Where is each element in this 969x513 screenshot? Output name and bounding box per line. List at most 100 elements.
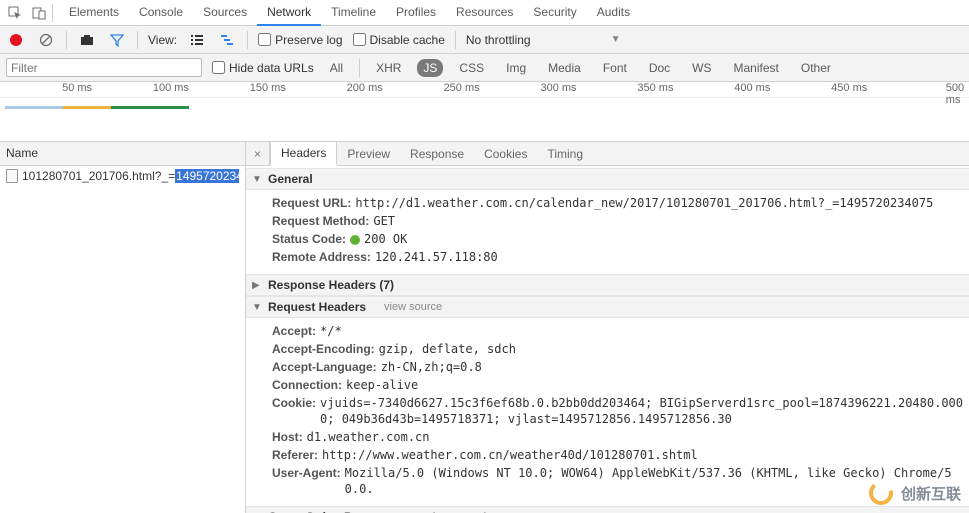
value: gzip, deflate, sdch [379, 341, 516, 357]
filter-type-xhr[interactable]: XHR [370, 59, 407, 77]
device-toggle-icon[interactable] [28, 2, 50, 24]
filter-type-ws[interactable]: WS [686, 59, 717, 77]
network-toolbar: View: Preserve log Disable cache No thro… [0, 26, 969, 54]
label: Status Code: [272, 231, 346, 247]
filter-type-font[interactable]: Font [597, 59, 633, 77]
value: keep-alive [346, 377, 418, 393]
tab-audits[interactable]: Audits [587, 0, 640, 26]
disclosure-triangle-icon: ▼ [252, 174, 262, 185]
filter-type-media[interactable]: Media [542, 59, 587, 77]
label: Connection: [272, 377, 342, 393]
file-icon [6, 169, 18, 183]
devtools-top-bar: Elements Console Sources Network Timelin… [0, 0, 969, 26]
separator [455, 31, 456, 49]
label: User-Agent: [272, 465, 341, 497]
clear-icon[interactable] [36, 30, 56, 50]
tab-sources[interactable]: Sources [193, 0, 257, 26]
detail-tab-preview[interactable]: Preview [337, 143, 400, 165]
section-general[interactable]: ▼ General [246, 168, 969, 190]
detail-tab-timing[interactable]: Timing [537, 143, 593, 165]
tick: 50 ms [62, 82, 92, 94]
detail-tab-headers[interactable]: Headers [270, 142, 337, 166]
preserve-log-checkbox[interactable]: Preserve log [258, 33, 342, 47]
disclosure-triangle-icon: ▼ [252, 302, 262, 313]
tab-console[interactable]: Console [129, 0, 193, 26]
filter-type-css[interactable]: CSS [453, 59, 490, 77]
value: http://d1.weather.com.cn/calendar_new/20… [355, 195, 933, 211]
hide-data-urls-checkbox[interactable]: Hide data URLs [212, 61, 314, 75]
value: */* [320, 323, 342, 339]
disclosure-triangle-icon: ▶ [252, 280, 262, 291]
tick: 100 ms [153, 82, 189, 94]
inspect-icon[interactable] [4, 2, 26, 24]
request-name: 101280701_201706.html?_=1495720234075 [22, 169, 239, 183]
tick: 500 ms [946, 82, 964, 106]
tick: 250 ms [444, 82, 480, 94]
tick: 350 ms [637, 82, 673, 94]
detail-tabs: × Headers Preview Response Cookies Timin… [246, 142, 969, 166]
watermark: 创新互联 [867, 479, 961, 507]
detail-tab-cookies[interactable]: Cookies [474, 143, 537, 165]
separator [66, 31, 67, 49]
tab-resources[interactable]: Resources [446, 0, 523, 26]
value: d1.weather.com.cn [307, 429, 430, 445]
capture-screenshot-icon[interactable] [77, 30, 97, 50]
section-request-headers[interactable]: ▼ Request Headers view source [246, 296, 969, 318]
detail-pane: × Headers Preview Response Cookies Timin… [246, 142, 969, 513]
tab-profiles[interactable]: Profiles [386, 0, 446, 26]
view-waterfall-icon[interactable] [217, 30, 237, 50]
separator [359, 59, 360, 77]
filter-type-all[interactable]: All [324, 59, 349, 77]
tick: 150 ms [250, 82, 286, 94]
section-query-string[interactable]: ▼ Query String Parameters view parsed [246, 506, 969, 513]
tick: 300 ms [540, 82, 576, 94]
status-dot-icon [350, 235, 360, 245]
tick: 450 ms [831, 82, 867, 94]
label: Referer: [272, 447, 318, 463]
tab-security[interactable]: Security [523, 0, 586, 26]
request-row[interactable]: 101280701_201706.html?_=1495720234075 [0, 166, 245, 186]
headers-panel: ▼ General Request URL:http://d1.weather.… [246, 166, 969, 513]
timeline-overview[interactable]: 50 ms 100 ms 150 ms 200 ms 250 ms 300 ms… [0, 82, 969, 142]
label: Accept-Language: [272, 359, 377, 375]
request-list: Name 101280701_201706.html?_=14957202340… [0, 142, 246, 513]
filter-type-other[interactable]: Other [795, 59, 837, 77]
watermark-logo-icon [867, 479, 895, 507]
view-source-link[interactable]: view source [384, 301, 442, 313]
filter-input[interactable] [6, 58, 202, 77]
tick: 400 ms [734, 82, 770, 94]
tab-elements[interactable]: Elements [59, 0, 129, 26]
filter-bar: Hide data URLs All XHR JS CSS Img Media … [0, 54, 969, 82]
separator [137, 31, 138, 49]
label: Remote Address: [272, 249, 371, 265]
filter-type-img[interactable]: Img [500, 59, 532, 77]
panel-tabs: Elements Console Sources Network Timelin… [59, 0, 640, 26]
value: http://www.weather.com.cn/weather40d/101… [322, 447, 698, 463]
filter-icon[interactable] [107, 30, 127, 50]
label: Request Method: [272, 213, 369, 229]
separator [52, 4, 53, 22]
tab-network[interactable]: Network [257, 0, 321, 26]
view-label: View: [148, 33, 177, 47]
separator [247, 31, 248, 49]
filter-type-doc[interactable]: Doc [643, 59, 676, 77]
value: 120.241.57.118:80 [375, 249, 498, 265]
detail-tab-response[interactable]: Response [400, 143, 474, 165]
disable-cache-checkbox[interactable]: Disable cache [353, 33, 445, 47]
record-button[interactable] [6, 30, 26, 50]
throttling-select[interactable]: No throttling▼ [466, 33, 621, 47]
section-response-headers[interactable]: ▶ Response Headers (7) [246, 274, 969, 296]
label: Accept: [272, 323, 316, 339]
column-header-name[interactable]: Name [0, 142, 245, 166]
main-split: Name 101280701_201706.html?_=14957202340… [0, 142, 969, 513]
view-list-icon[interactable] [187, 30, 207, 50]
label: Cookie: [272, 395, 316, 427]
label: Accept-Encoding: [272, 341, 375, 357]
value: zh-CN,zh;q=0.8 [381, 359, 482, 375]
tab-timeline[interactable]: Timeline [321, 0, 386, 26]
filter-type-js[interactable]: JS [417, 59, 443, 77]
close-icon[interactable]: × [246, 142, 270, 165]
value: 200 OK [350, 231, 407, 247]
filter-type-manifest[interactable]: Manifest [728, 59, 785, 77]
value: GET [373, 213, 395, 229]
